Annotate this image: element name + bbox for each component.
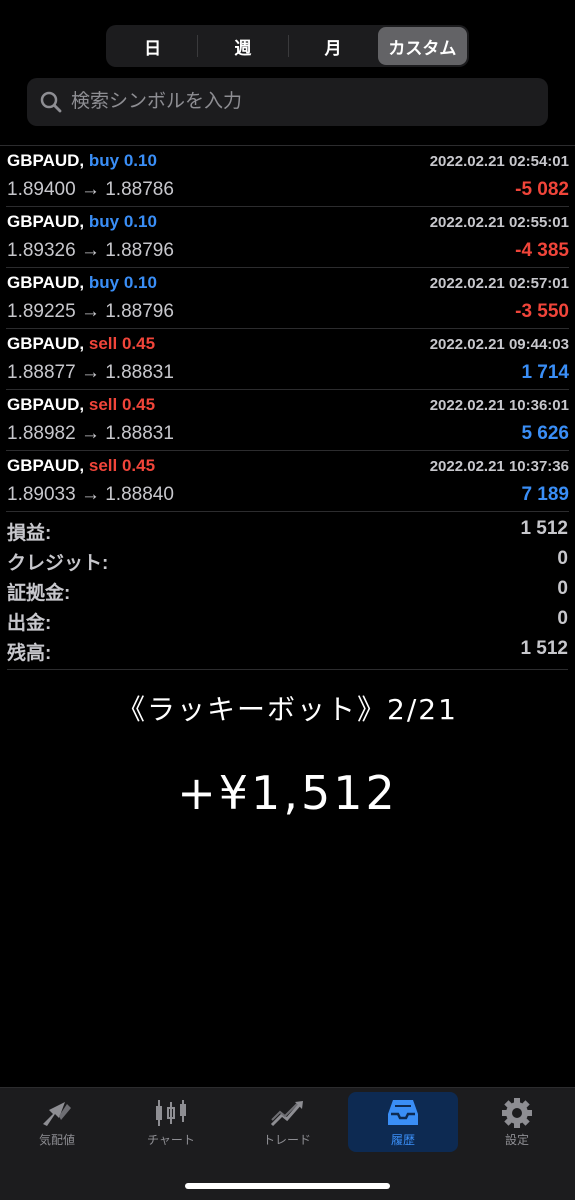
summary-value: 0 — [557, 578, 568, 599]
summary-row-balance: 残高: 1 512 — [7, 635, 568, 665]
tab-chart[interactable]: チャート — [116, 1092, 226, 1152]
settings-icon — [502, 1098, 532, 1128]
trade-prices: 1.89033 → 1.88840 — [7, 484, 174, 505]
trade-profit: -4 385 — [515, 240, 569, 261]
trade-profit: -3 550 — [515, 301, 569, 322]
summary-label: 出金: — [7, 613, 52, 634]
account-summary: 損益: 1 512 クレジット: 0 証拠金: 0 出金: 0 残高: 1 51… — [7, 515, 568, 665]
tab-quotes[interactable]: 気配値 — [2, 1092, 112, 1152]
tab-history[interactable]: 履歴 — [348, 1092, 458, 1152]
trade-prices: 1.88877 → 1.88831 — [7, 362, 174, 383]
trade-side-volume: buy 0.10 — [88, 151, 157, 170]
summary-label: 証拠金: — [7, 583, 71, 604]
summary-row-profit: 損益: 1 512 — [7, 515, 568, 545]
tab-label: チャート — [147, 1133, 195, 1147]
symbol-search-input[interactable] — [69, 90, 513, 114]
trade-prices: 1.89225 → 1.88796 — [7, 301, 174, 322]
segment-day[interactable]: 日 — [108, 27, 197, 65]
summary-divider — [7, 669, 568, 670]
trade-time: 2022.02.21 10:36:01 — [429, 397, 569, 414]
summary-value: 0 — [557, 548, 568, 569]
summary-label: クレジット: — [7, 553, 109, 574]
tab-settings[interactable]: 設定 — [462, 1092, 572, 1152]
summary-label: 残高: — [7, 643, 52, 664]
segment-custom[interactable]: カスタム — [377, 27, 467, 65]
trade-icon — [270, 1101, 303, 1127]
trade-symbol-line: GBPAUD, buy 0.10 — [7, 151, 157, 171]
period-segmented-control: 日 週 月 カスタム — [106, 25, 469, 67]
trade-symbol-line: GBPAUD, buy 0.10 — [7, 273, 157, 293]
trade-row[interactable]: GBPAUD, buy 0.10 2022.02.21 02:57:01 1.8… — [6, 268, 569, 329]
summary-row-withdrawal: 出金: 0 — [7, 605, 568, 635]
trade-profit: 5 626 — [521, 423, 569, 444]
segment-week[interactable]: 週 — [198, 27, 287, 65]
search-icon — [40, 91, 62, 113]
tab-label: トレード — [262, 1133, 311, 1147]
tab-label: 設定 — [504, 1133, 529, 1147]
segment-week-label: 週 — [234, 38, 252, 58]
overlay-amount: +¥1,512 — [177, 766, 398, 820]
trade-time: 2022.02.21 02:55:01 — [429, 214, 569, 231]
trade-row[interactable]: GBPAUD, sell 0.45 2022.02.21 10:36:01 1.… — [6, 390, 569, 451]
trade-row[interactable]: GBPAUD, buy 0.10 2022.02.21 02:55:01 1.8… — [6, 207, 569, 268]
trade-time: 2022.02.21 02:54:01 — [429, 153, 569, 170]
trade-symbol: GBPAUD, — [7, 212, 85, 231]
summary-row-deposit: 証拠金: 0 — [7, 575, 568, 605]
tab-label: 気配値 — [38, 1133, 75, 1147]
trade-symbol: GBPAUD, — [7, 395, 85, 414]
trade-symbol: GBPAUD, — [7, 334, 85, 353]
segment-month-label: 月 — [324, 38, 342, 58]
trade-side-volume: sell 0.45 — [88, 456, 156, 475]
summary-value: 0 — [557, 608, 568, 629]
trade-profit: 1 714 — [521, 362, 569, 383]
trade-symbol-line: GBPAUD, sell 0.45 — [7, 395, 155, 415]
trade-symbol: GBPAUD, — [7, 273, 85, 292]
summary-label: 損益: — [7, 523, 52, 544]
trade-profit: -5 082 — [515, 179, 569, 200]
trade-prices: 1.89400 → 1.88786 — [7, 179, 174, 200]
summary-value: 1 512 — [520, 518, 568, 539]
trade-symbol-line: GBPAUD, sell 0.45 — [7, 334, 155, 354]
tab-label: 履歴 — [390, 1133, 415, 1147]
trade-row[interactable]: GBPAUD, buy 0.10 2022.02.21 02:54:01 1.8… — [6, 146, 569, 207]
symbol-search-bar[interactable] — [27, 78, 548, 126]
chart-icon — [156, 1100, 186, 1126]
segment-month[interactable]: 月 — [289, 27, 378, 65]
segment-day-label: 日 — [144, 38, 162, 58]
trade-symbol-line: GBPAUD, buy 0.10 — [7, 212, 157, 232]
trade-symbol: GBPAUD, — [7, 456, 85, 475]
home-indicator[interactable] — [185, 1183, 390, 1189]
trade-prices: 1.88982 → 1.88831 — [7, 423, 174, 444]
trade-time: 2022.02.21 10:37:36 — [429, 458, 569, 475]
trade-side-volume: buy 0.10 — [88, 212, 157, 231]
summary-row-credit: クレジット: 0 — [7, 545, 568, 575]
trade-symbol: GBPAUD, — [7, 151, 85, 170]
trade-row[interactable]: GBPAUD, sell 0.45 2022.02.21 09:44:03 1.… — [6, 329, 569, 390]
history-icon — [388, 1100, 418, 1125]
segment-custom-label: カスタム — [388, 38, 457, 58]
trade-time: 2022.02.21 02:57:01 — [429, 275, 569, 292]
quotes-icon — [43, 1102, 71, 1126]
trade-side-volume: sell 0.45 — [88, 334, 156, 353]
trade-symbol-line: GBPAUD, sell 0.45 — [7, 456, 155, 476]
summary-value: 1 512 — [520, 638, 568, 659]
tab-trade[interactable]: トレード — [232, 1092, 342, 1152]
trade-row[interactable]: GBPAUD, sell 0.45 2022.02.21 10:37:36 1.… — [6, 451, 569, 512]
trade-profit: 7 189 — [521, 484, 569, 505]
trade-side-volume: sell 0.45 — [88, 395, 156, 414]
history-screen: 日 週 月 カスタム GBPAUD, buy 0.10 2022.02.21 0… — [0, 0, 575, 1200]
overlay-caption: 《ラッキーボット》2/21 — [117, 693, 458, 726]
trade-history-list: GBPAUD, buy 0.10 2022.02.21 02:54:01 1.8… — [0, 146, 575, 512]
trade-prices: 1.89326 → 1.88796 — [7, 240, 174, 261]
trade-time: 2022.02.21 09:44:03 — [429, 336, 569, 353]
trade-side-volume: buy 0.10 — [88, 273, 157, 292]
